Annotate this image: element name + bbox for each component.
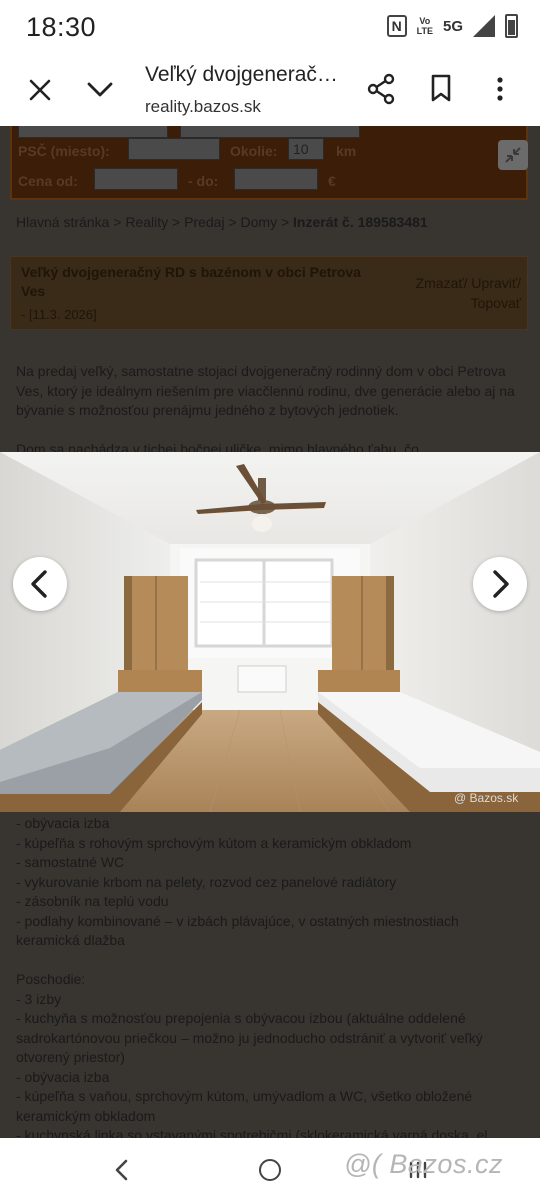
gallery-next-button[interactable] (473, 557, 527, 611)
system-nav-bar: @( Bazos.cz (0, 1138, 540, 1200)
listing-date: - [11.3. 2026] (21, 307, 97, 322)
okolie-input[interactable]: 10 (288, 138, 324, 160)
chevron-left-icon (31, 570, 47, 598)
okolie-value: 10 (293, 141, 309, 157)
battery-icon (505, 14, 518, 38)
psc-label: PSČ (miesto): (18, 143, 110, 159)
share-icon[interactable] (366, 72, 396, 106)
signal-icon (473, 15, 495, 37)
description-line: - kuchynská linka so vstavanými spotrebi… (16, 1127, 492, 1138)
close-icon[interactable] (20, 70, 60, 110)
breadcrumb-path[interactable]: Hlavná stránka > Reality > Predaj > Domy… (16, 214, 293, 230)
gallery-prev-button[interactable] (13, 557, 67, 611)
photo-watermark: @ Bazos.sk (454, 791, 519, 805)
search-field-top-left[interactable] (18, 126, 168, 138)
back-icon[interactable] (108, 1156, 136, 1184)
volte-bottom-label: LTE (416, 26, 433, 36)
chevron-right-icon (493, 570, 509, 598)
okolie-label: Okolie: (230, 143, 278, 159)
description-line: - kúpeľňa s vaňou, sprchovým kútom, umýv… (16, 1088, 473, 1124)
description-intro: Na predaj veľký, samostatne stojaci dvoj… (16, 363, 515, 418)
cena-do-input[interactable] (234, 168, 318, 190)
description-line: - kuchyňa s možnosťou prepojenia s obýva… (16, 1010, 483, 1065)
network-label: 5G (442, 17, 463, 35)
description-line: - obývacia izba (16, 1068, 110, 1085)
status-icons: N Vo LTE 5G (386, 14, 518, 38)
description-lower: - obývacia izba - kúpeľňa s rohovým sprch… (16, 814, 526, 1138)
cena-label: Cena od: (18, 173, 78, 189)
room-photo-image (0, 452, 540, 812)
description-line: - podlahy kombinované – v izbách plávajú… (16, 912, 459, 949)
chevron-down-icon[interactable] (80, 70, 120, 110)
description-line: - samostatné WC (16, 854, 125, 870)
km-label: km (336, 143, 357, 159)
description-line: - kúpeľňa s rohovým sprchovým kútom a ke… (16, 834, 412, 851)
nfc-icon: N (386, 15, 407, 37)
listing-header: Veľký dvojgeneračný RD s bazénom v obci … (10, 256, 528, 330)
page-url: reality.bazos.sk (145, 97, 261, 116)
search-form: PSČ (miesto): Okolie: 10 km Cena od: - d… (10, 126, 528, 200)
description-line: - 3 izby (16, 990, 62, 1007)
status-bar: 18:30 N Vo LTE 5G (0, 0, 540, 56)
description-line: Poschodie: (16, 971, 86, 987)
cena-do-label: - do: (188, 173, 219, 189)
volte-top-label: Vo (419, 16, 431, 26)
status-time: 18:30 (26, 12, 97, 42)
search-field-top-right[interactable] (180, 126, 360, 138)
description-line: - vykurovanie krbom na pelety, rozvod ce… (16, 873, 397, 890)
collapse-icon (505, 147, 521, 163)
description-line: - zásobník na teplú vodu (16, 893, 169, 909)
collapse-button[interactable] (498, 140, 528, 170)
volte-icon: Vo LTE (417, 16, 433, 36)
psc-input[interactable] (128, 138, 220, 160)
listing-title: Veľký dvojgeneračný RD s bazénom v obci … (21, 264, 361, 299)
browser-toolbar: Veľký dvojgenerační RD s bazénom v obci … (0, 56, 540, 126)
cena-od-input[interactable] (94, 168, 178, 190)
brand-watermark: @( Bazos.cz (344, 1149, 503, 1179)
breadcrumb: Hlavná stránka > Reality > Predaj > Domy… (16, 214, 428, 230)
bookmark-icon[interactable] (428, 73, 454, 103)
home-icon[interactable] (259, 1159, 281, 1181)
currency-label: € (328, 173, 336, 189)
description-line: - obývacia izba (16, 815, 110, 831)
gallery-photo[interactable] (0, 452, 540, 812)
more-vert-icon[interactable] (488, 72, 512, 106)
listing-actions[interactable]: Zmazať/ Upraviť/ Topovať (391, 273, 521, 313)
page-title: Veľký dvojgenerační RD s bazénom v obci … (145, 63, 345, 86)
description-blank-line (16, 951, 526, 971)
breadcrumb-current: Inzerát č. 189583481 (293, 214, 428, 230)
